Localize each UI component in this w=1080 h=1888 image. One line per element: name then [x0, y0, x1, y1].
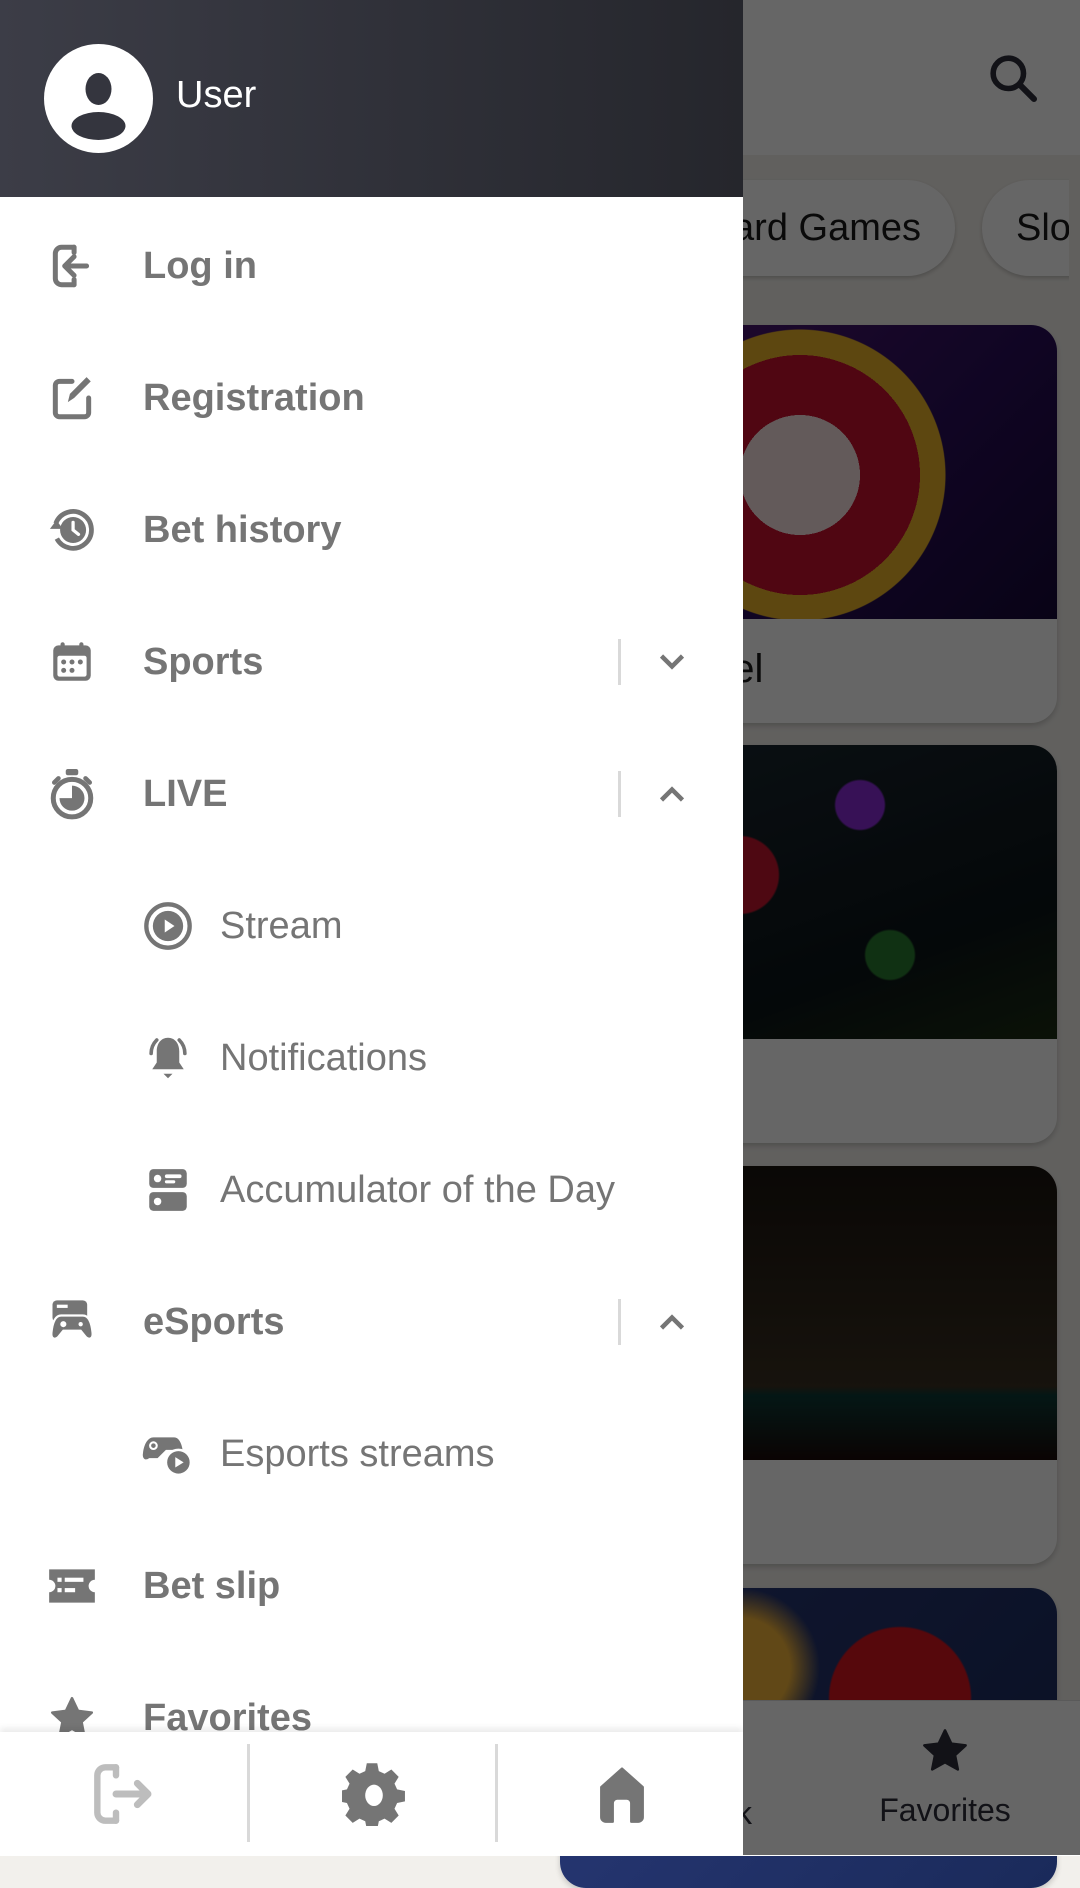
menu-label: LIVE: [143, 772, 228, 815]
play-circle-icon: [140, 898, 196, 954]
menu-item-registration[interactable]: Registration: [0, 332, 743, 464]
menu-item-notifications[interactable]: Notifications: [0, 992, 743, 1124]
home-icon: [599, 1766, 644, 1823]
home-button[interactable]: [498, 1732, 743, 1855]
settings-gear-icon: [341, 1762, 405, 1826]
bell-ringing-icon: [140, 1030, 196, 1086]
menu-label: Accumulator of the Day: [220, 1168, 615, 1211]
expand-divider: [618, 639, 621, 685]
expand-divider: [618, 1299, 621, 1345]
user-avatar-icon[interactable]: [44, 44, 153, 153]
login-icon: [44, 238, 100, 294]
logout-button[interactable]: [0, 1732, 247, 1855]
drawer-header: User: [0, 0, 743, 197]
ticket-icon: [44, 1558, 100, 1614]
chevron-down-icon[interactable]: [654, 644, 690, 680]
accumulator-icon: [140, 1162, 196, 1218]
chevron-up-icon[interactable]: [654, 776, 690, 812]
menu-item-esports-streams[interactable]: Esports streams: [0, 1388, 743, 1520]
menu-item-live[interactable]: LIVE: [0, 728, 743, 860]
menu-label: Esports streams: [220, 1432, 495, 1475]
chevron-up-icon[interactable]: [654, 1304, 690, 1340]
menu-item-esports[interactable]: eSports: [0, 1256, 743, 1388]
menu-item-bet-slip[interactable]: Bet slip: [0, 1520, 743, 1652]
drawer-bottom-bar: [0, 1732, 743, 1855]
logout-icon: [93, 1763, 151, 1824]
user-name: User: [176, 74, 257, 116]
menu-label: Bet history: [143, 508, 342, 551]
esports-icon: [44, 1294, 100, 1350]
menu-item-accumulator-of-the-day[interactable]: Accumulator of the Day: [0, 1124, 743, 1256]
menu-label: eSports: [143, 1300, 285, 1343]
menu-item-bet-history[interactable]: Bet history: [0, 464, 743, 596]
gamepad-play-icon: [140, 1426, 196, 1482]
menu-item-log-in[interactable]: Log in: [0, 200, 743, 332]
menu-label: Registration: [143, 376, 365, 419]
menu-item-stream[interactable]: Stream: [0, 860, 743, 992]
calendar-icon: [44, 634, 100, 690]
history-icon: [44, 502, 100, 558]
menu-label: Bet slip: [143, 1564, 281, 1607]
stopwatch-icon: [44, 766, 100, 822]
menu-label: Sports: [143, 640, 264, 683]
menu-label: Stream: [220, 904, 343, 947]
navigation-drawer: User Log in Registration Bet history Spo…: [0, 0, 743, 1855]
expand-divider: [618, 771, 621, 817]
settings-button[interactable]: [250, 1732, 497, 1855]
menu-label: Log in: [143, 244, 257, 287]
menu-item-sports[interactable]: Sports: [0, 596, 743, 728]
menu-label: Notifications: [220, 1036, 427, 1079]
edit-icon: [44, 370, 100, 426]
